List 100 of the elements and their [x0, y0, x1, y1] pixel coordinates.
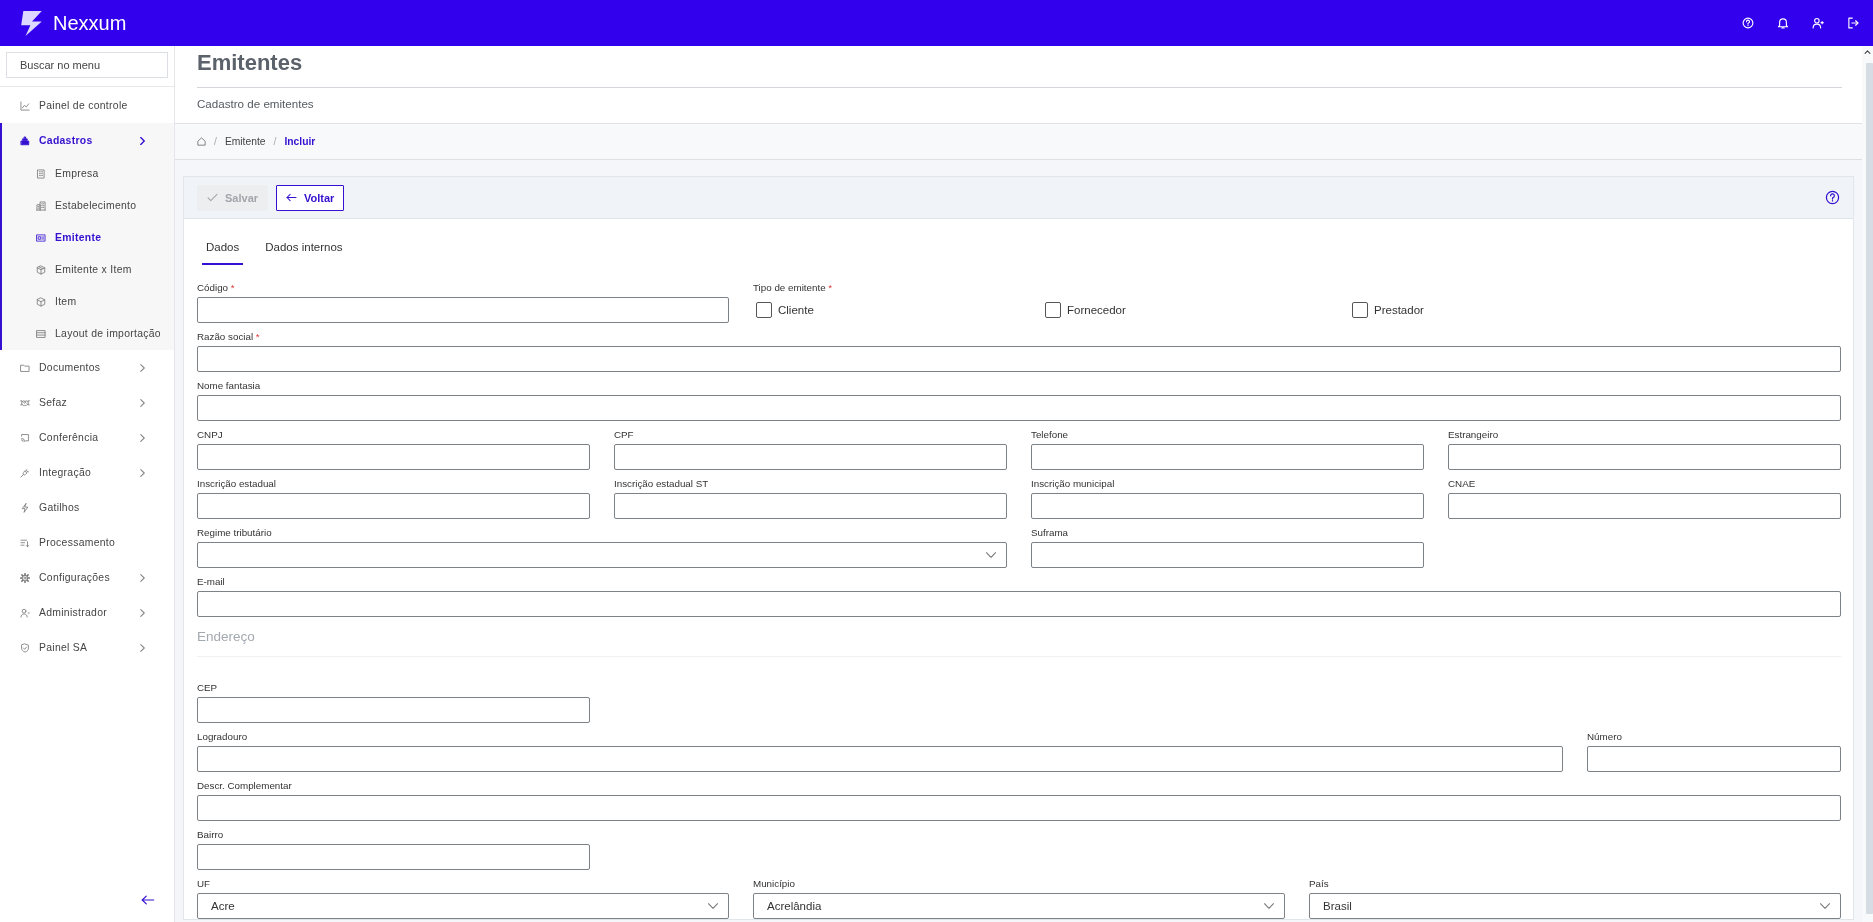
lightning-icon: [20, 502, 30, 513]
field-label: Inscrição municipal: [1031, 477, 1115, 490]
breadcrumb-link[interactable]: Incluir: [284, 136, 316, 147]
text-field[interactable]: [1587, 746, 1841, 772]
text-field[interactable]: [1031, 542, 1424, 568]
text-field[interactable]: [1448, 444, 1841, 470]
user-icon[interactable]: [1812, 17, 1824, 29]
field-label: Telefone: [1031, 428, 1069, 441]
field-label: CPF: [614, 428, 634, 441]
field-label: E-mail: [197, 575, 225, 588]
field-label: Município: [753, 877, 795, 890]
field-label: Código *: [197, 281, 235, 294]
submenu-item[interactable]: Estabelecimento: [36, 199, 137, 213]
field-label: UF: [197, 877, 211, 890]
page-subtitle: Cadastro de emitentes: [197, 96, 314, 112]
field-label: Nome fantasia: [197, 379, 261, 392]
id-card-icon: [36, 233, 46, 243]
submenu-item[interactable]: Item: [36, 295, 77, 309]
select-field[interactable]: Brasil: [1309, 893, 1841, 919]
arrow-left-icon: [286, 192, 298, 203]
submenu-item[interactable]: Layout de importação: [36, 327, 161, 341]
boxes-icon: [36, 265, 46, 275]
breadcrumb-link[interactable]: Emitente: [224, 136, 266, 147]
checkbox-label: Cliente: [778, 304, 814, 316]
breadcrumb-separator: /: [214, 136, 217, 147]
field-label: Suframa: [1031, 526, 1069, 539]
toolbar-button[interactable]: Voltar: [276, 184, 345, 211]
text-field[interactable]: [197, 444, 590, 470]
submenu-item[interactable]: Empresa: [36, 167, 99, 181]
menu-item[interactable]: Gatilhos: [20, 500, 80, 515]
bell-icon[interactable]: [1777, 17, 1789, 29]
scrollbar-thumb[interactable]: [1866, 63, 1873, 914]
logo-text: Nexxum: [53, 11, 127, 35]
text-field[interactable]: [197, 493, 590, 519]
submenu-item[interactable]: Emitente: [36, 231, 102, 245]
checkbox-label: Fornecedor: [1067, 304, 1126, 316]
menu-item[interactable]: Configurações: [20, 570, 145, 585]
section-title: Endereço: [197, 628, 255, 646]
field-label: CNPJ: [197, 428, 223, 441]
text-field[interactable]: [614, 493, 1007, 519]
menu-item[interactable]: Painel de controle: [20, 98, 128, 113]
select-field[interactable]: Acre: [197, 893, 729, 919]
home-icon[interactable]: [197, 137, 206, 146]
settings-icon: [20, 572, 30, 583]
arrow-left-icon[interactable]: [140, 893, 156, 907]
checkbox[interactable]: [1045, 302, 1061, 318]
text-field[interactable]: [197, 697, 590, 723]
breadcrumb-separator: /: [273, 136, 277, 147]
menu-item[interactable]: Sefaz: [20, 395, 145, 410]
select-field[interactable]: [197, 542, 1007, 568]
field-label: Inscrição estadual ST: [614, 477, 709, 490]
caret-up-icon[interactable]: [1864, 50, 1871, 54]
text-field[interactable]: [1031, 444, 1424, 470]
field-label: Inscrição estadual: [197, 477, 276, 490]
menu-item[interactable]: Processamento: [20, 535, 116, 550]
folder-icon: [20, 362, 30, 373]
select-field[interactable]: Acrelândia: [753, 893, 1285, 919]
menu-item[interactable]: Documentos: [20, 360, 145, 375]
search-field[interactable]: Buscar no menu: [6, 52, 168, 78]
scrollbar[interactable]: [1862, 46, 1873, 922]
text-field[interactable]: [1448, 493, 1841, 519]
field-label: Razão social *: [197, 330, 260, 343]
submenu-item[interactable]: Emitente x Item: [36, 263, 132, 277]
cube-icon: [36, 297, 46, 307]
stack-icon: [20, 135, 30, 146]
shield-icon: [20, 642, 30, 653]
chevron-down-icon: [1820, 903, 1830, 909]
checkbox[interactable]: [1352, 302, 1368, 318]
field-label: CEP: [197, 681, 218, 694]
tab[interactable]: Dados: [202, 239, 244, 265]
field-label: Número: [1587, 730, 1622, 743]
chevron-down-icon: [708, 903, 718, 909]
tab[interactable]: Dados internos: [261, 239, 347, 265]
page-title: Emitentes: [197, 50, 303, 76]
help-icon[interactable]: [1825, 190, 1840, 205]
menu-item[interactable]: Cadastros: [20, 133, 145, 148]
menu-item[interactable]: Conferência: [20, 430, 145, 445]
field-label: Descr. Complementar: [197, 779, 292, 792]
text-field[interactable]: [197, 795, 1841, 821]
text-field[interactable]: [197, 746, 1563, 772]
handshake-icon: [20, 397, 30, 408]
text-field[interactable]: [197, 591, 1841, 617]
chevron-down-icon: [1264, 903, 1274, 909]
menu-item[interactable]: Integração: [20, 465, 145, 480]
list-arrow-icon: [20, 537, 30, 548]
menu-item[interactable]: Painel SA: [20, 640, 145, 655]
menu-item[interactable]: Administrador: [20, 605, 145, 620]
field-label: País: [1309, 877, 1329, 890]
text-field[interactable]: [197, 395, 1841, 421]
chevron-down-icon: [986, 552, 996, 558]
logout-icon[interactable]: [1847, 17, 1859, 29]
text-field[interactable]: [1031, 493, 1424, 519]
text-field[interactable]: [197, 844, 590, 870]
logo-icon: [20, 10, 44, 36]
field-label: Tipo de emitente *: [753, 281, 833, 294]
text-field[interactable]: [614, 444, 1007, 470]
checkbox[interactable]: [756, 302, 772, 318]
check-icon: [207, 192, 218, 203]
text-field[interactable]: [197, 297, 729, 323]
text-field[interactable]: [197, 346, 1841, 372]
